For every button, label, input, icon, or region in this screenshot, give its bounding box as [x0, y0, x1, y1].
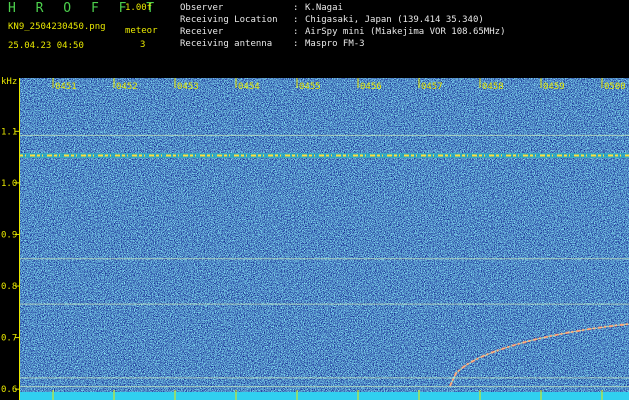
info-sep: : — [293, 3, 299, 13]
header-panel: H R O F F T 1.00f KN9_2504230450.png met… — [0, 0, 629, 72]
spectrogram-plot: kHz 1.1 1.0 0.9 0.8 0.7 0.6 0451 0452 0453 0454 0… — [1, 77, 629, 400]
time-tick-label: 0456 — [360, 82, 382, 92]
info-value: Maspro FM-3 — [305, 39, 365, 49]
info-value: K.Nagai — [305, 3, 343, 13]
y-tick-label: 0.9 — [1, 230, 17, 240]
time-tick-label: 0451 — [55, 82, 77, 92]
info-label: Receiver — [180, 27, 224, 37]
info-value: Chigasaki, Japan (139.414 35.340) — [305, 15, 484, 25]
meteor-label: meteor — [125, 26, 158, 36]
file-name: KN9_2504230450.png — [8, 22, 106, 32]
time-tick-label: 0457 — [421, 82, 443, 92]
info-row-location: Receiving Location: Chigasaki, Japan (139… — [180, 16, 484, 25]
y-axis-unit: kHz — [1, 77, 17, 87]
time-tick-label: 0459 — [543, 82, 565, 92]
y-tick-label: 1.1 — [1, 127, 17, 137]
info-row-observer: Observer: K.Nagai — [180, 4, 343, 13]
info-label: Receiving Location — [180, 15, 278, 25]
bottom-noise-bar — [20, 392, 629, 400]
info-label: Receiving antenna — [180, 39, 273, 49]
y-axis-ticks: 1.1 1.0 0.9 0.8 0.7 0.6 — [1, 127, 20, 395]
meteor-count: 3 — [140, 40, 146, 50]
y-tick-label: 0.8 — [1, 282, 17, 292]
time-tick-label: 0500 — [604, 82, 626, 92]
info-sep: : — [293, 15, 299, 25]
time-tick-label: 0454 — [238, 82, 260, 92]
info-row-antenna: Receiving antenna: Maspro FM-3 — [180, 40, 365, 49]
y-tick-label: 0.7 — [1, 334, 17, 344]
y-tick-label: 1.0 — [1, 179, 17, 189]
info-row-receiver: Receiver: AirSpy mini (Miakejima VOR 108.… — [180, 28, 505, 37]
carrier-band — [20, 153, 629, 159]
time-tick-label: 0455 — [299, 82, 321, 92]
app-version: 1.00f — [125, 3, 153, 13]
info-sep: : — [293, 27, 299, 37]
info-label: Observer — [180, 3, 224, 13]
time-tick-label: 0458 — [482, 82, 504, 92]
time-tick-label: 0453 — [177, 82, 199, 92]
y-tick-label: 0.6 — [1, 385, 17, 395]
spectrogram-noise-sparkle — [20, 78, 629, 400]
timestamp: 25.04.23 04:50 — [8, 41, 84, 51]
time-tick-label: 0452 — [116, 82, 138, 92]
info-value: AirSpy mini (Miakejima VOR 108.65MHz) — [305, 27, 506, 37]
info-sep: : — [293, 39, 299, 49]
